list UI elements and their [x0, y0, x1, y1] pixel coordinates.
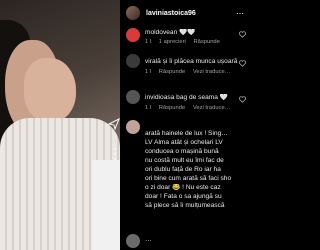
- reply-button[interactable]: Răspunde: [159, 105, 185, 111]
- comment-text: moldovean 🤍🤍: [145, 29, 196, 36]
- laptop: [92, 160, 120, 250]
- avatar[interactable]: [126, 28, 140, 42]
- comment: virală și îi plăcea munca ușoară 1 l Răs…: [126, 52, 250, 80]
- heart-icon[interactable]: [239, 31, 246, 38]
- heart-icon[interactable]: [239, 60, 246, 67]
- comment-time: 1 l: [145, 105, 152, 111]
- avatar[interactable]: [126, 54, 140, 68]
- comment-text: invidioasa bag de seama 🤍: [145, 94, 228, 101]
- comment: arată hainele de lux ! Sing… LV Alma atâ…: [126, 120, 250, 232]
- comment: moldovean 🤍🤍 1 l 1 aprecieri Răspunde: [126, 26, 250, 48]
- comments-panel: laviniastoica96 ⋯ moldovean 🤍🤍 1 l 1 apr…: [120, 0, 250, 250]
- username[interactable]: laviniastoica96: [146, 10, 196, 17]
- more-options-icon[interactable]: ⋮: [108, 146, 120, 160]
- comment-time: 1 l: [145, 69, 152, 75]
- comment-line: o zi doar 😂 ! Nu este caz: [145, 184, 221, 191]
- post-photo[interactable]: ⋮: [0, 0, 120, 250]
- comment: …: [126, 232, 250, 250]
- post-header: laviniastoica96 ⋯: [120, 0, 250, 26]
- reply-button[interactable]: Răspunde: [159, 69, 185, 75]
- comment-time: 1 l: [145, 39, 152, 45]
- heart-icon[interactable]: [239, 96, 246, 103]
- comment: invidioasa bag de seama 🤍 1 l Răspunde V…: [126, 88, 250, 116]
- more-icon[interactable]: ⋯: [236, 9, 244, 18]
- comment-line: ori bine cum arată să faci sho: [145, 175, 232, 182]
- avatar[interactable]: [126, 120, 140, 134]
- comment-line: arată hainele de lux ! Sing…: [145, 130, 228, 137]
- comment-line: doar ! Fata o sa ajungă su: [145, 193, 222, 200]
- comment-line: LV Alma atât și ochelari LV: [145, 139, 223, 146]
- hand: [24, 58, 76, 122]
- view-translation[interactable]: Vezi traduce…: [193, 69, 231, 75]
- avatar[interactable]: [126, 234, 140, 248]
- comment-meta: 1 l 1 aprecieri Răspunde: [145, 39, 226, 45]
- comment-line: conducea o mașină bună: [145, 148, 219, 155]
- comment-text: …: [145, 236, 152, 243]
- comment-meta: 1 l Răspunde Vezi traduce…: [145, 105, 237, 111]
- avatar[interactable]: [126, 90, 140, 104]
- comment-line: ori dublu față de Ro iar ha: [145, 166, 221, 173]
- comment-text: virală și îi plăcea munca ușoară: [145, 58, 238, 65]
- post-view: ⋮ laviniastoica96 ⋯ moldovean 🤍🤍 1 l 1 a…: [0, 0, 250, 250]
- reply-button[interactable]: Răspunde: [193, 39, 219, 45]
- view-translation[interactable]: Vezi traduce…: [193, 105, 231, 111]
- comment-likes[interactable]: 1 aprecieri: [159, 39, 186, 45]
- comment-line: nu costă mult eu îmi fac de: [145, 157, 224, 164]
- comment-line: să plece să îi mulțumească: [145, 202, 225, 209]
- send-icon[interactable]: [108, 118, 120, 130]
- profile-avatar[interactable]: [126, 6, 140, 20]
- comment-meta: 1 l Răspunde Vezi traduce…: [145, 69, 237, 75]
